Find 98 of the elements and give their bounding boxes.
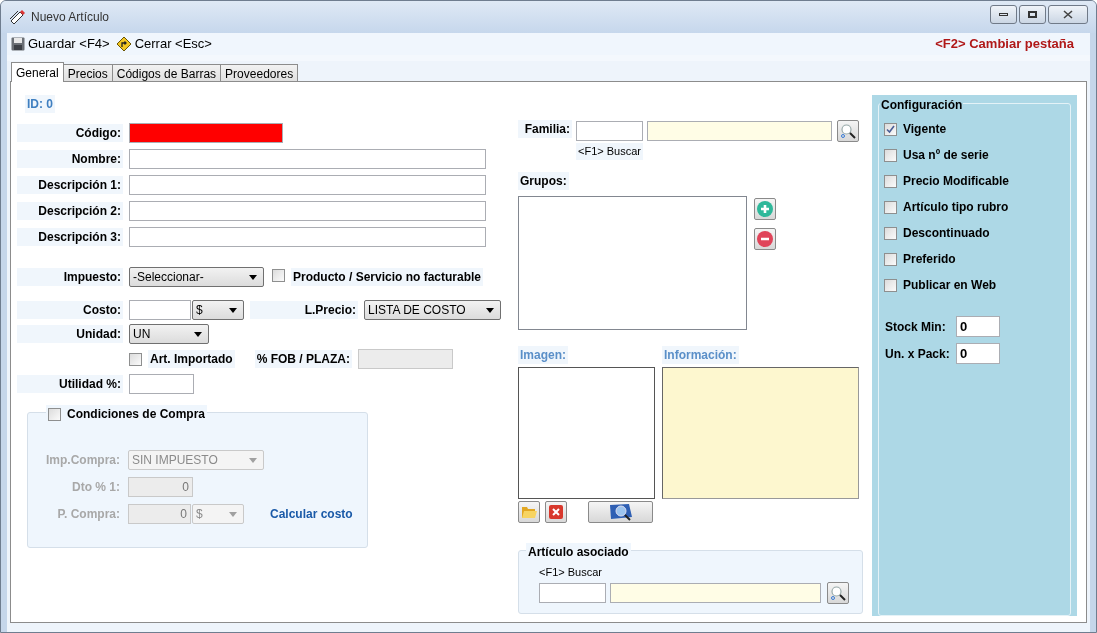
field-label: Familia:: [518, 120, 572, 138]
field-label: Nombre:: [17, 150, 123, 168]
option-label: Artículo tipo rubro: [903, 199, 1009, 216]
field-label: Grupos:: [518, 171, 569, 190]
open-folder-button[interactable]: [518, 500, 540, 523]
add-button[interactable]: [754, 197, 776, 220]
field-label: Utilidad %:: [17, 375, 123, 393]
field-label: Descripción 2:: [17, 202, 123, 220]
field-label: Descripción 1:: [17, 176, 123, 194]
option-label: Precio Modificable: [903, 173, 1010, 190]
required-field[interactable]: [129, 123, 283, 143]
field-label: Art. Importado: [148, 350, 235, 368]
checkbox[interactable]: [272, 269, 285, 282]
option-label: Publicar en Web: [903, 277, 997, 294]
tax-dropdown[interactable]: -Seleccionar-: [129, 267, 264, 287]
caret-icon: [249, 274, 257, 280]
input-field[interactable]: 0: [956, 343, 1000, 364]
groups-list[interactable]: [518, 195, 747, 330]
checkbox[interactable]: [884, 278, 897, 292]
caret-icon: [229, 511, 237, 517]
input-field[interactable]: 0: [128, 504, 191, 524]
checkbox[interactable]: [884, 226, 897, 240]
field-label: Costo:: [17, 301, 123, 319]
caret-icon: [249, 457, 257, 463]
close-form-button[interactable]: Cerrar <Esc>: [115, 34, 212, 54]
minus-icon: [757, 230, 773, 247]
information-field[interactable]: [662, 366, 859, 499]
shortcut-hint: <F1> Buscar: [576, 143, 643, 160]
field-label: Unidad:: [17, 325, 123, 343]
option-label: Usa nº de serie: [903, 147, 989, 164]
checkbox[interactable]: [129, 352, 142, 366]
checkbox[interactable]: [884, 200, 897, 214]
maximize-button[interactable]: [1019, 4, 1046, 24]
field-label: Imagen:: [518, 345, 568, 364]
delete-icon: [549, 504, 563, 519]
field-label: % FOB / PLAZA:: [254, 350, 352, 368]
checkbox[interactable]: [884, 122, 897, 136]
tab[interactable]: Proveedores: [220, 64, 299, 81]
field-label: L.Precio:: [250, 301, 358, 319]
input-field[interactable]: 0: [128, 477, 193, 497]
field-label: Stock Min:: [885, 318, 947, 336]
tab[interactable]: General: [11, 62, 64, 82]
group-title: Condiciones de Compra: [67, 406, 206, 423]
checkbox[interactable]: [48, 407, 61, 421]
window-title: Nuevo Artículo: [31, 9, 110, 26]
search-button[interactable]: [827, 582, 849, 604]
price-list-dropdown[interactable]: LISTA DE COSTO: [364, 300, 501, 320]
pencil-icon: [9, 9, 25, 25]
input-field[interactable]: [576, 121, 643, 141]
search-icon: [840, 123, 856, 139]
shortcut-hint: <F2> Cambiar pestaña: [935, 35, 1074, 54]
input-field[interactable]: [129, 201, 486, 221]
save-button[interactable]: Guardar <F4>: [11, 34, 110, 54]
delete-button[interactable]: [545, 500, 567, 523]
shortcut-hint: <F1> Buscar: [539, 564, 602, 580]
input-field[interactable]: [129, 227, 486, 247]
input-field[interactable]: [129, 300, 191, 320]
input-field[interactable]: [129, 374, 194, 394]
plus-icon: [757, 200, 773, 217]
field-label: P. Compra:: [56, 506, 120, 523]
option-label: Vigente: [903, 121, 947, 138]
minimize-button[interactable]: [990, 4, 1017, 24]
search-icon: [830, 585, 846, 601]
field-label: Información:: [662, 345, 739, 364]
caret-icon: [229, 307, 237, 313]
option-label: Preferido: [903, 251, 956, 268]
input-field[interactable]: [539, 583, 606, 603]
input-field[interactable]: [647, 121, 832, 141]
unit-dropdown[interactable]: UN: [129, 324, 209, 344]
caret-icon: [194, 331, 202, 337]
input-field[interactable]: [129, 149, 486, 169]
field-label: Un. x Pack:: [885, 345, 951, 363]
input-field[interactable]: [610, 583, 821, 603]
field-label: Impuesto:: [17, 268, 123, 286]
caret-icon: [486, 307, 494, 313]
input-field[interactable]: 0: [956, 316, 1000, 337]
close-button[interactable]: [1048, 4, 1088, 24]
field-label: Descripción 3:: [17, 228, 123, 246]
preview-button[interactable]: [588, 500, 653, 523]
checkbox[interactable]: [884, 148, 897, 162]
tab[interactable]: Códigos de Barras: [111, 64, 222, 81]
folder-icon: [521, 504, 537, 519]
currency-dropdown[interactable]: $: [192, 300, 244, 320]
field-label: Imp.Compra:: [45, 452, 120, 469]
field-label: Dto % 1:: [71, 479, 120, 496]
calculate-cost-link[interactable]: Calcular costo: [270, 505, 353, 523]
checkbox[interactable]: [884, 174, 897, 188]
checkbox[interactable]: [884, 252, 897, 266]
tab[interactable]: Precios: [62, 64, 113, 81]
option-label: Descontinuado: [903, 225, 990, 242]
turn-sign-icon: [115, 36, 132, 52]
field-label: Código:: [17, 124, 123, 142]
input-field[interactable]: [129, 175, 486, 195]
close-icon: [1063, 9, 1073, 19]
remove-button[interactable]: [754, 227, 776, 250]
field-label: Producto / Servicio no facturable: [291, 268, 484, 286]
id-label: ID: 0: [25, 95, 55, 113]
search-button[interactable]: [837, 120, 859, 142]
